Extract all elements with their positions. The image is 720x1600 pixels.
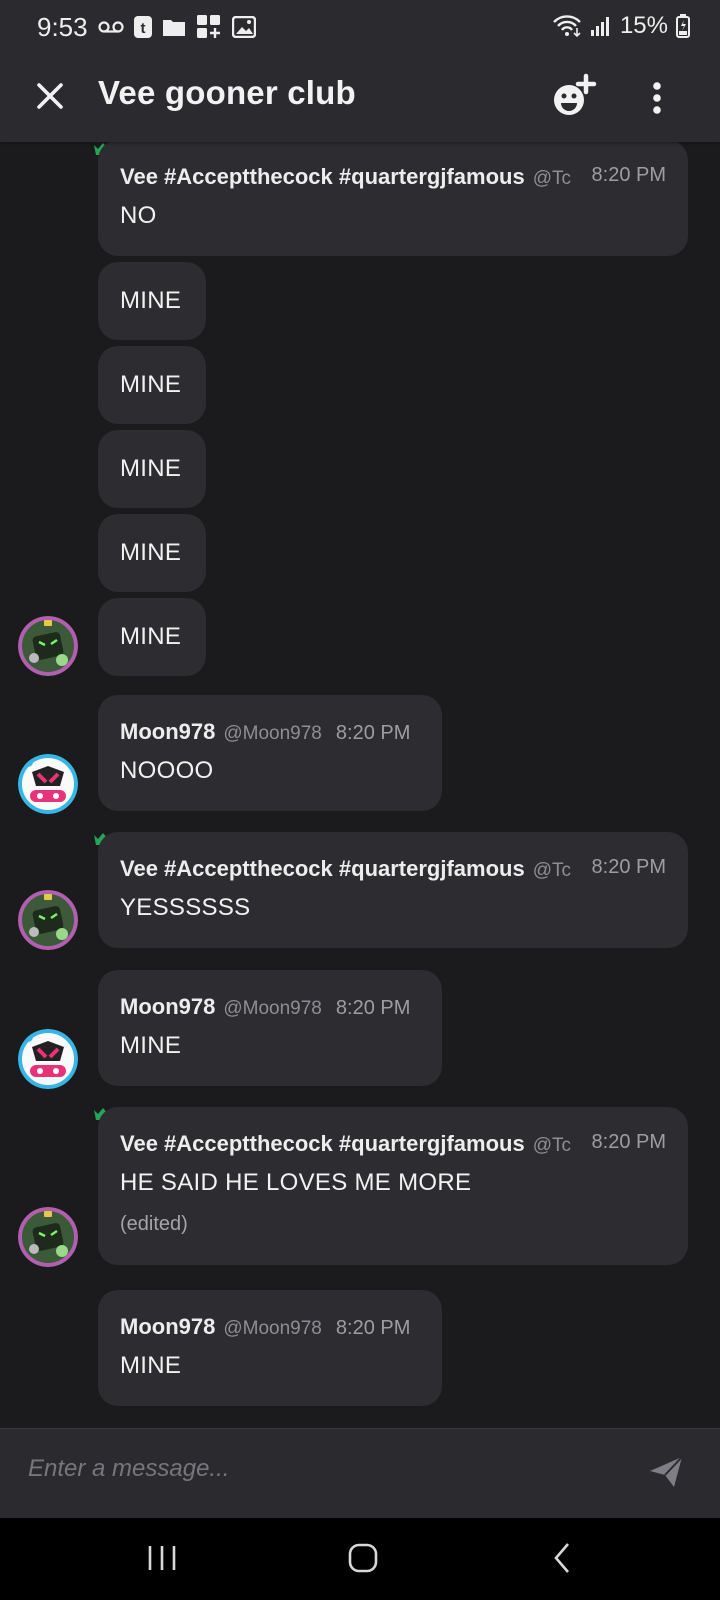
send-icon[interactable] xyxy=(646,1451,686,1491)
message-bubble[interactable]: MINE xyxy=(98,598,206,676)
message-time: 8:20 PM xyxy=(335,1317,411,1339)
moon-avatar-icon xyxy=(18,1029,78,1089)
more-vert-icon[interactable] xyxy=(640,76,674,120)
message-bubble[interactable]: Vee #Acceptthecock #quartergjfamous @Tc … xyxy=(98,1107,688,1265)
app-bar: Vee gooner club xyxy=(0,56,720,142)
vee-avatar-icon xyxy=(18,616,78,676)
message-time: 8:20 PM xyxy=(591,1131,666,1153)
message-bubble[interactable]: MINE xyxy=(98,262,206,340)
system-nav-bar xyxy=(0,1518,720,1600)
widgets-icon xyxy=(197,15,220,38)
voicemail-icon xyxy=(98,21,124,33)
status-time: 9:53 xyxy=(37,12,88,42)
avatar[interactable] xyxy=(18,616,78,676)
moon-avatar-icon xyxy=(18,754,78,814)
message-input[interactable]: Enter a message... xyxy=(28,1455,229,1483)
tumblr-icon: t xyxy=(134,16,152,38)
author-name[interactable]: Moon978 xyxy=(120,719,215,745)
avatar[interactable] xyxy=(18,1207,78,1267)
message-time: 8:20 PM xyxy=(335,997,411,1019)
message-bubble[interactable]: MINE xyxy=(98,346,206,424)
author-handle: @Moon978 xyxy=(223,998,322,1019)
message-header: Moon978 @Moon978 8:20 PM xyxy=(120,719,410,747)
message-bubble[interactable]: MINE xyxy=(98,430,206,508)
message-text: MINE xyxy=(120,455,182,482)
recents-icon[interactable] xyxy=(142,1540,182,1576)
message-bubble[interactable]: Moon978 @Moon978 8:20 PM NOOOO xyxy=(98,695,442,811)
message-text: HE SAID HE LOVES ME MORE xyxy=(120,1169,472,1196)
folder-icon xyxy=(163,20,185,36)
message-time: 8:20 PM xyxy=(591,856,666,878)
message-bubble[interactable]: Vee #Acceptthecock #quartergjfamous @Tc … xyxy=(98,832,688,948)
avatar[interactable] xyxy=(18,890,78,950)
wifi-icon xyxy=(553,15,581,38)
author-handle: @Tc xyxy=(532,1135,571,1156)
message-composer: Enter a message... xyxy=(0,1428,720,1518)
gallery-icon xyxy=(232,16,256,38)
back-icon[interactable] xyxy=(546,1538,580,1578)
battery-percent: 15% xyxy=(619,12,668,39)
author-name[interactable]: Vee #Acceptthecock #quartergjfamous xyxy=(120,856,525,882)
home-icon[interactable] xyxy=(343,1538,383,1578)
status-bar: 9:53 t 15% xyxy=(0,0,720,56)
message-text: MINE xyxy=(120,1032,182,1059)
close-icon[interactable] xyxy=(30,76,70,116)
message-text: MINE xyxy=(120,1352,182,1379)
author-handle: @Tc xyxy=(532,860,571,881)
message-text: MINE xyxy=(120,287,182,314)
vee-avatar-icon xyxy=(18,1207,78,1267)
message-bubble[interactable]: Moon978 @Moon978 8:20 PM MINE xyxy=(98,970,442,1086)
message-text: MINE xyxy=(120,623,182,650)
message-text: MINE xyxy=(120,539,182,566)
author-handle: @Moon978 xyxy=(223,723,322,744)
message-text: YESSSSSS xyxy=(120,894,251,921)
vee-avatar-icon xyxy=(18,890,78,950)
page-title: Vee gooner club xyxy=(98,74,356,111)
message-time: 8:20 PM xyxy=(591,164,666,186)
message-header: Vee #Acceptthecock #quartergjfamous @Tc xyxy=(120,1131,571,1159)
message-header: Moon978 @Moon978 8:20 PM xyxy=(120,1314,410,1342)
status-right: 15% xyxy=(552,12,690,40)
message-text: NO xyxy=(120,202,157,229)
avatar[interactable] xyxy=(18,754,78,814)
message-header: Vee #Acceptthecock #quartergjfamous @Tc xyxy=(120,856,571,884)
message-header: Moon978 @Moon978 8:20 PM xyxy=(120,994,410,1022)
signal-icon xyxy=(590,17,609,36)
author-name[interactable]: Vee #Acceptthecock #quartergjfamous xyxy=(120,1131,525,1157)
message-list[interactable]: Vee #Acceptthecock #quartergjfamous @Tc … xyxy=(0,142,720,1428)
message-time: 8:20 PM xyxy=(335,722,411,744)
notification-icons: t xyxy=(98,14,256,40)
author-name[interactable]: Vee #Acceptthecock #quartergjfamous xyxy=(120,164,525,190)
author-handle: @Moon978 xyxy=(223,1318,322,1339)
edited-label: (edited) xyxy=(120,1213,188,1235)
message-bubble[interactable]: Vee #Acceptthecock #quartergjfamous @Tc … xyxy=(98,142,688,256)
message-bubble[interactable]: MINE xyxy=(98,514,206,592)
message-text: NOOOO xyxy=(120,757,214,784)
author-name[interactable]: Moon978 xyxy=(120,994,215,1020)
author-handle: @Tc xyxy=(532,168,571,189)
svg-text:t: t xyxy=(141,20,146,37)
avatar[interactable] xyxy=(18,1029,78,1089)
author-name[interactable]: Moon978 xyxy=(120,1314,215,1340)
battery-charging-icon xyxy=(676,14,690,38)
message-text: MINE xyxy=(120,371,182,398)
add-emoji-icon[interactable] xyxy=(548,72,598,122)
message-bubble[interactable]: Moon978 @Moon978 8:20 PM MINE xyxy=(98,1290,442,1406)
message-header: Vee #Acceptthecock #quartergjfamous @Tc xyxy=(120,164,571,192)
